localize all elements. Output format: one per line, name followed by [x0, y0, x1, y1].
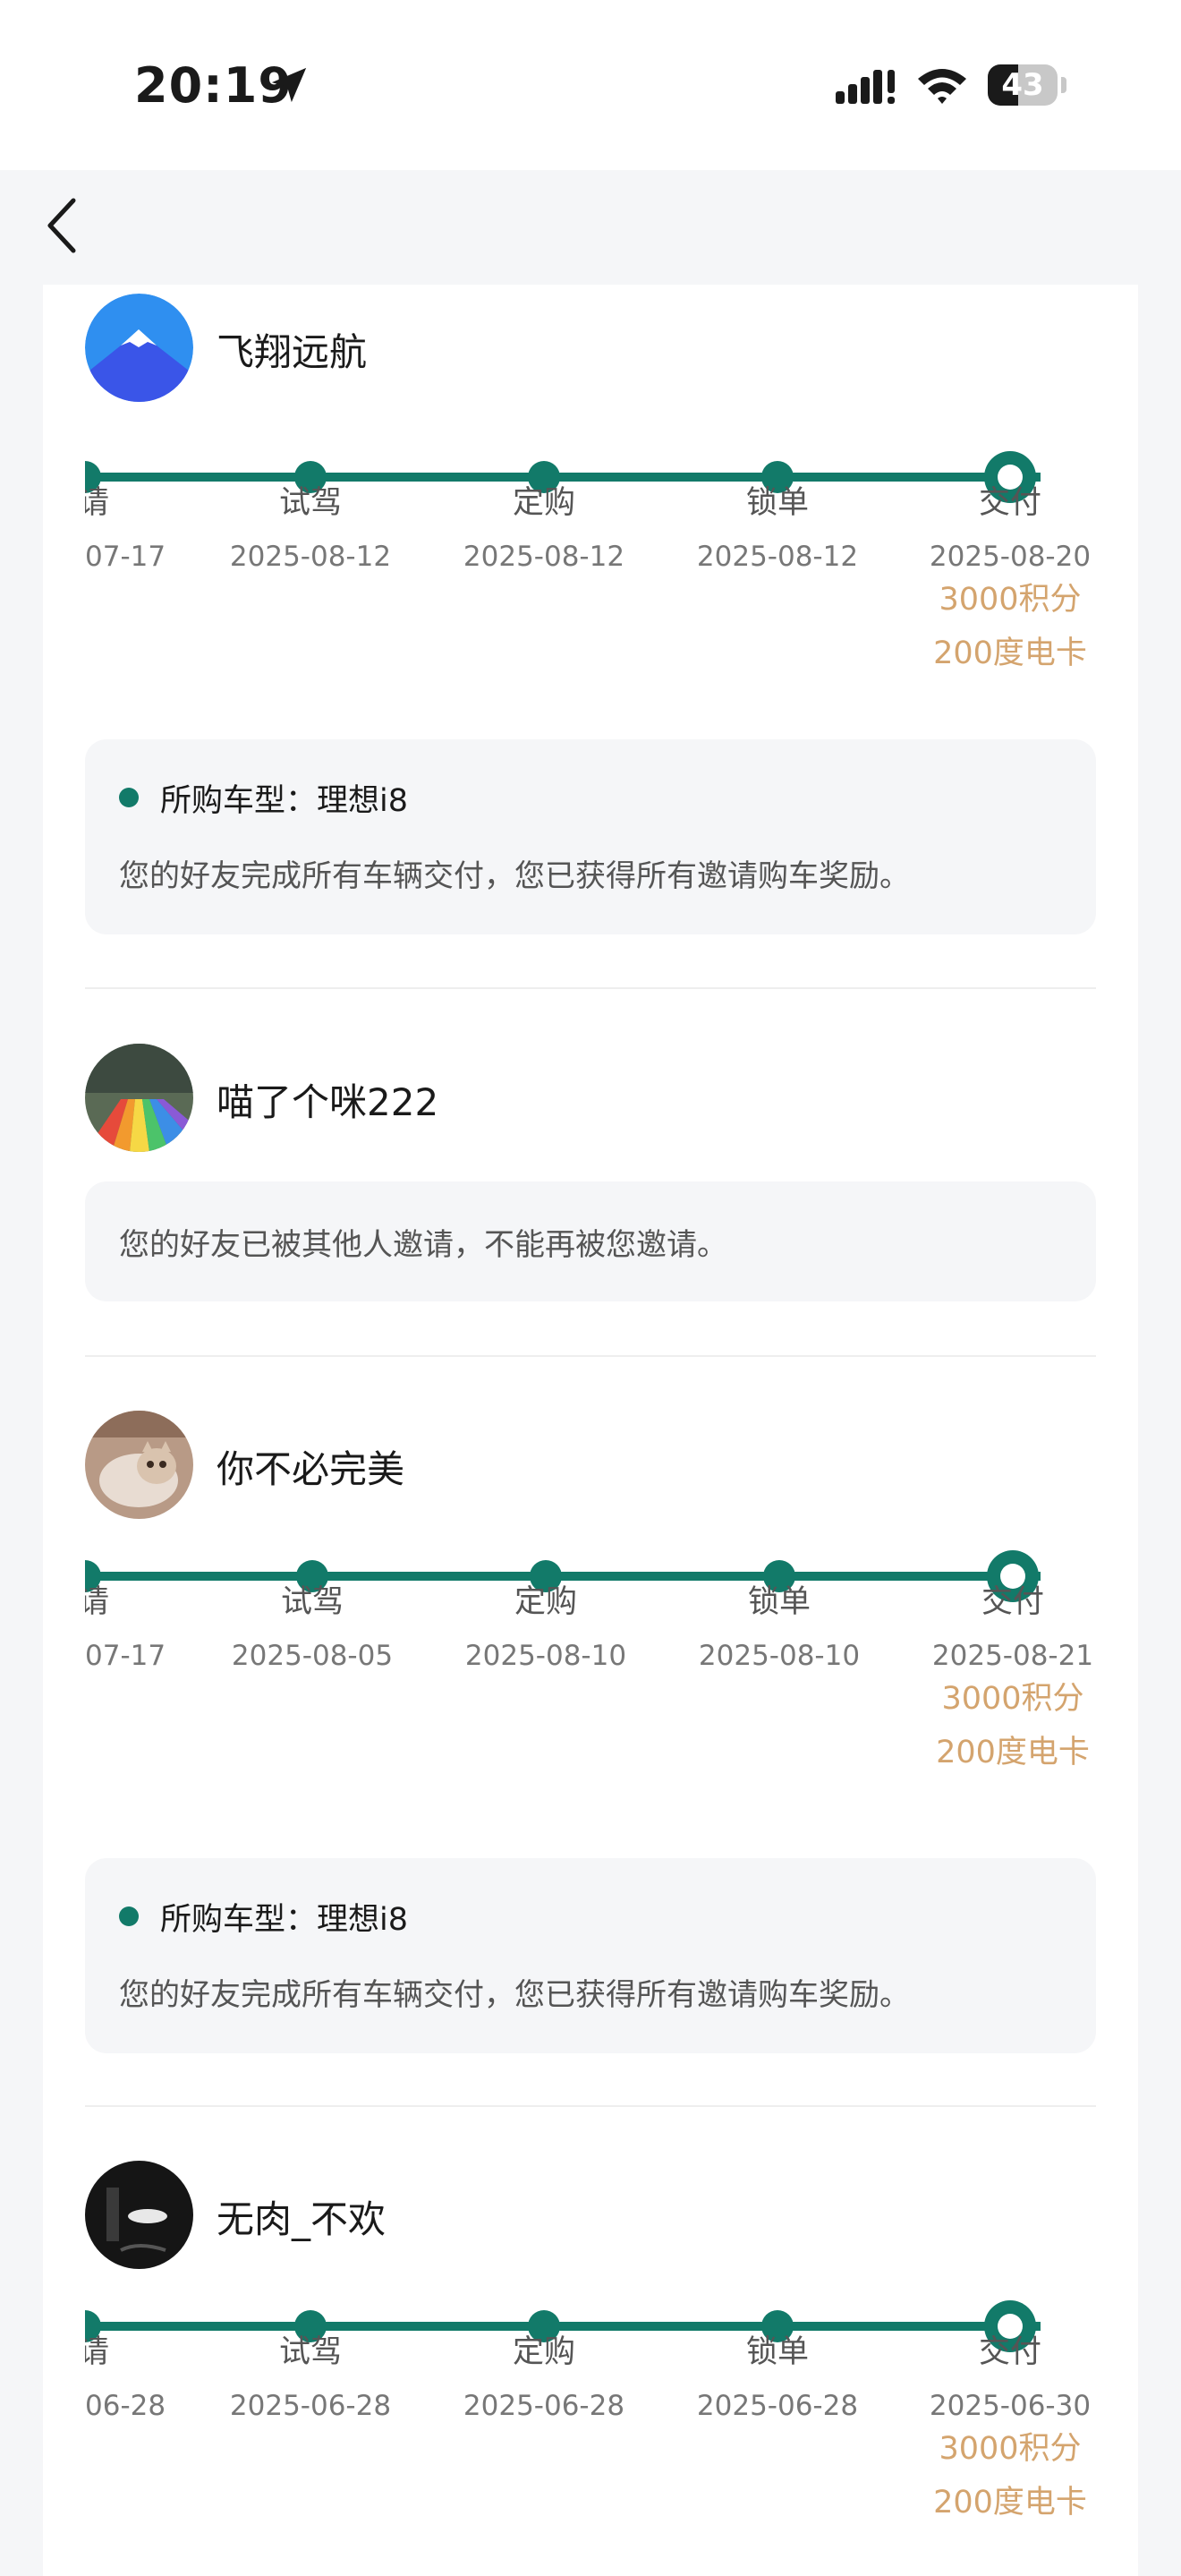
reward-points: 3000积分 — [941, 1681, 1084, 1717]
avatar[interactable] — [85, 294, 193, 402]
step-label: 交付 — [981, 1584, 1044, 1620]
step-label: 交付 — [978, 485, 1041, 521]
status-message: 您的好友完成所有车辆交付，您已获得所有邀请购车奖励。 — [119, 1977, 910, 2013]
step-label: 试驾 — [280, 1584, 344, 1620]
step-label: 请 — [85, 1584, 110, 1620]
step-label: 请 — [85, 485, 110, 521]
battery-nub — [1061, 77, 1066, 93]
location-arrow-icon — [271, 67, 307, 103]
reward-card: 200度电卡 — [933, 2485, 1087, 2521]
step-date: 2025-08-12 — [696, 541, 859, 573]
info-box: 您的好友已被其他人邀请，不能再被您邀请。 — [85, 1181, 1096, 1301]
reward-points: 3000积分 — [939, 2431, 1082, 2467]
step-label: 锁单 — [745, 2334, 809, 2370]
status-dot — [119, 788, 139, 807]
step-date: 2025-08-12 — [229, 541, 392, 573]
step-label: 试驾 — [278, 485, 342, 521]
step-label: 锁单 — [747, 1584, 811, 1620]
car-model: 所购车型：理想i8 — [160, 1902, 408, 1938]
avatar[interactable] — [85, 2161, 193, 2269]
status-dot — [119, 1906, 139, 1926]
cellular-signal-icon — [836, 70, 895, 104]
step-date: 2025-08-21 — [931, 1640, 1094, 1672]
reward-card: 200度电卡 — [936, 1735, 1090, 1770]
step-date: 07-17 — [85, 1640, 166, 1672]
step-date: 2025-06-28 — [463, 2390, 625, 2422]
user-name: 喵了个咪222 — [217, 1080, 439, 1124]
battery-body: 43 — [988, 64, 1058, 106]
step-label: 请 — [85, 2334, 110, 2370]
step-date: 06-28 — [85, 2390, 166, 2422]
step-date: 2025-08-10 — [464, 1640, 627, 1672]
timeline-line — [85, 473, 1041, 482]
step-label: 交付 — [978, 2334, 1041, 2370]
step-label: 定购 — [512, 2334, 575, 2370]
step-date: 2025-08-12 — [463, 541, 625, 573]
status-message: 您的好友完成所有车辆交付，您已获得所有邀请购车奖励。 — [119, 858, 910, 894]
divider — [85, 2105, 1096, 2107]
info-box: 所购车型：理想i8 您的好友完成所有车辆交付，您已获得所有邀请购车奖励。 — [85, 739, 1096, 934]
progress-timeline: 请 06-28 试驾 2025-06-28 定购 2025-06-28 锁单 2… — [85, 2291, 1139, 2542]
timeline-line — [85, 2322, 1041, 2331]
step-label: 定购 — [512, 485, 575, 521]
battery-icon: 43 — [988, 64, 1066, 107]
wifi-icon — [918, 69, 966, 104]
info-box: 所购车型：理想i8 您的好友完成所有车辆交付，您已获得所有邀请购车奖励。 — [85, 1858, 1096, 2053]
divider — [85, 987, 1096, 989]
timeline-line — [85, 1572, 1041, 1581]
step-date: 07-17 — [85, 541, 166, 573]
step-date: 2025-06-30 — [929, 2390, 1092, 2422]
reward-points: 3000积分 — [939, 582, 1082, 618]
step-label: 试驾 — [278, 2334, 342, 2370]
user-name: 飞翔远航 — [217, 330, 368, 374]
status-message: 您的好友已被其他人邀请，不能再被您邀请。 — [119, 1227, 727, 1263]
progress-timeline: 请 07-17 试驾 2025-08-05 定购 2025-08-10 锁单 2… — [85, 1541, 1139, 1792]
step-date: 2025-06-28 — [229, 2390, 392, 2422]
step-date: 2025-08-20 — [929, 541, 1092, 573]
step-date: 2025-08-10 — [698, 1640, 861, 1672]
battery-percent: 43 — [1001, 67, 1044, 103]
back-button[interactable] — [36, 192, 86, 260]
car-model: 所购车型：理想i8 — [160, 783, 408, 819]
user-name: 无肉_不欢 — [217, 2197, 387, 2241]
reward-card: 200度电卡 — [933, 635, 1087, 671]
avatar[interactable] — [85, 1044, 193, 1152]
step-date: 2025-08-05 — [231, 1640, 394, 1672]
avatar[interactable] — [85, 1411, 193, 1519]
progress-timeline: 请 07-17 试驾 2025-08-12 定购 2025-08-12 锁单 2… — [85, 442, 1139, 693]
invite-list-card: 飞翔远航 请 07-17 试驾 2025-08-12 定购 2025-08-12… — [43, 285, 1138, 2576]
step-label: 锁单 — [745, 485, 809, 521]
user-name: 你不必完美 — [217, 1447, 405, 1491]
divider — [85, 1355, 1096, 1357]
step-date: 2025-06-28 — [696, 2390, 859, 2422]
status-bar: 20:19 43 — [0, 0, 1181, 253]
step-label: 定购 — [514, 1584, 577, 1620]
